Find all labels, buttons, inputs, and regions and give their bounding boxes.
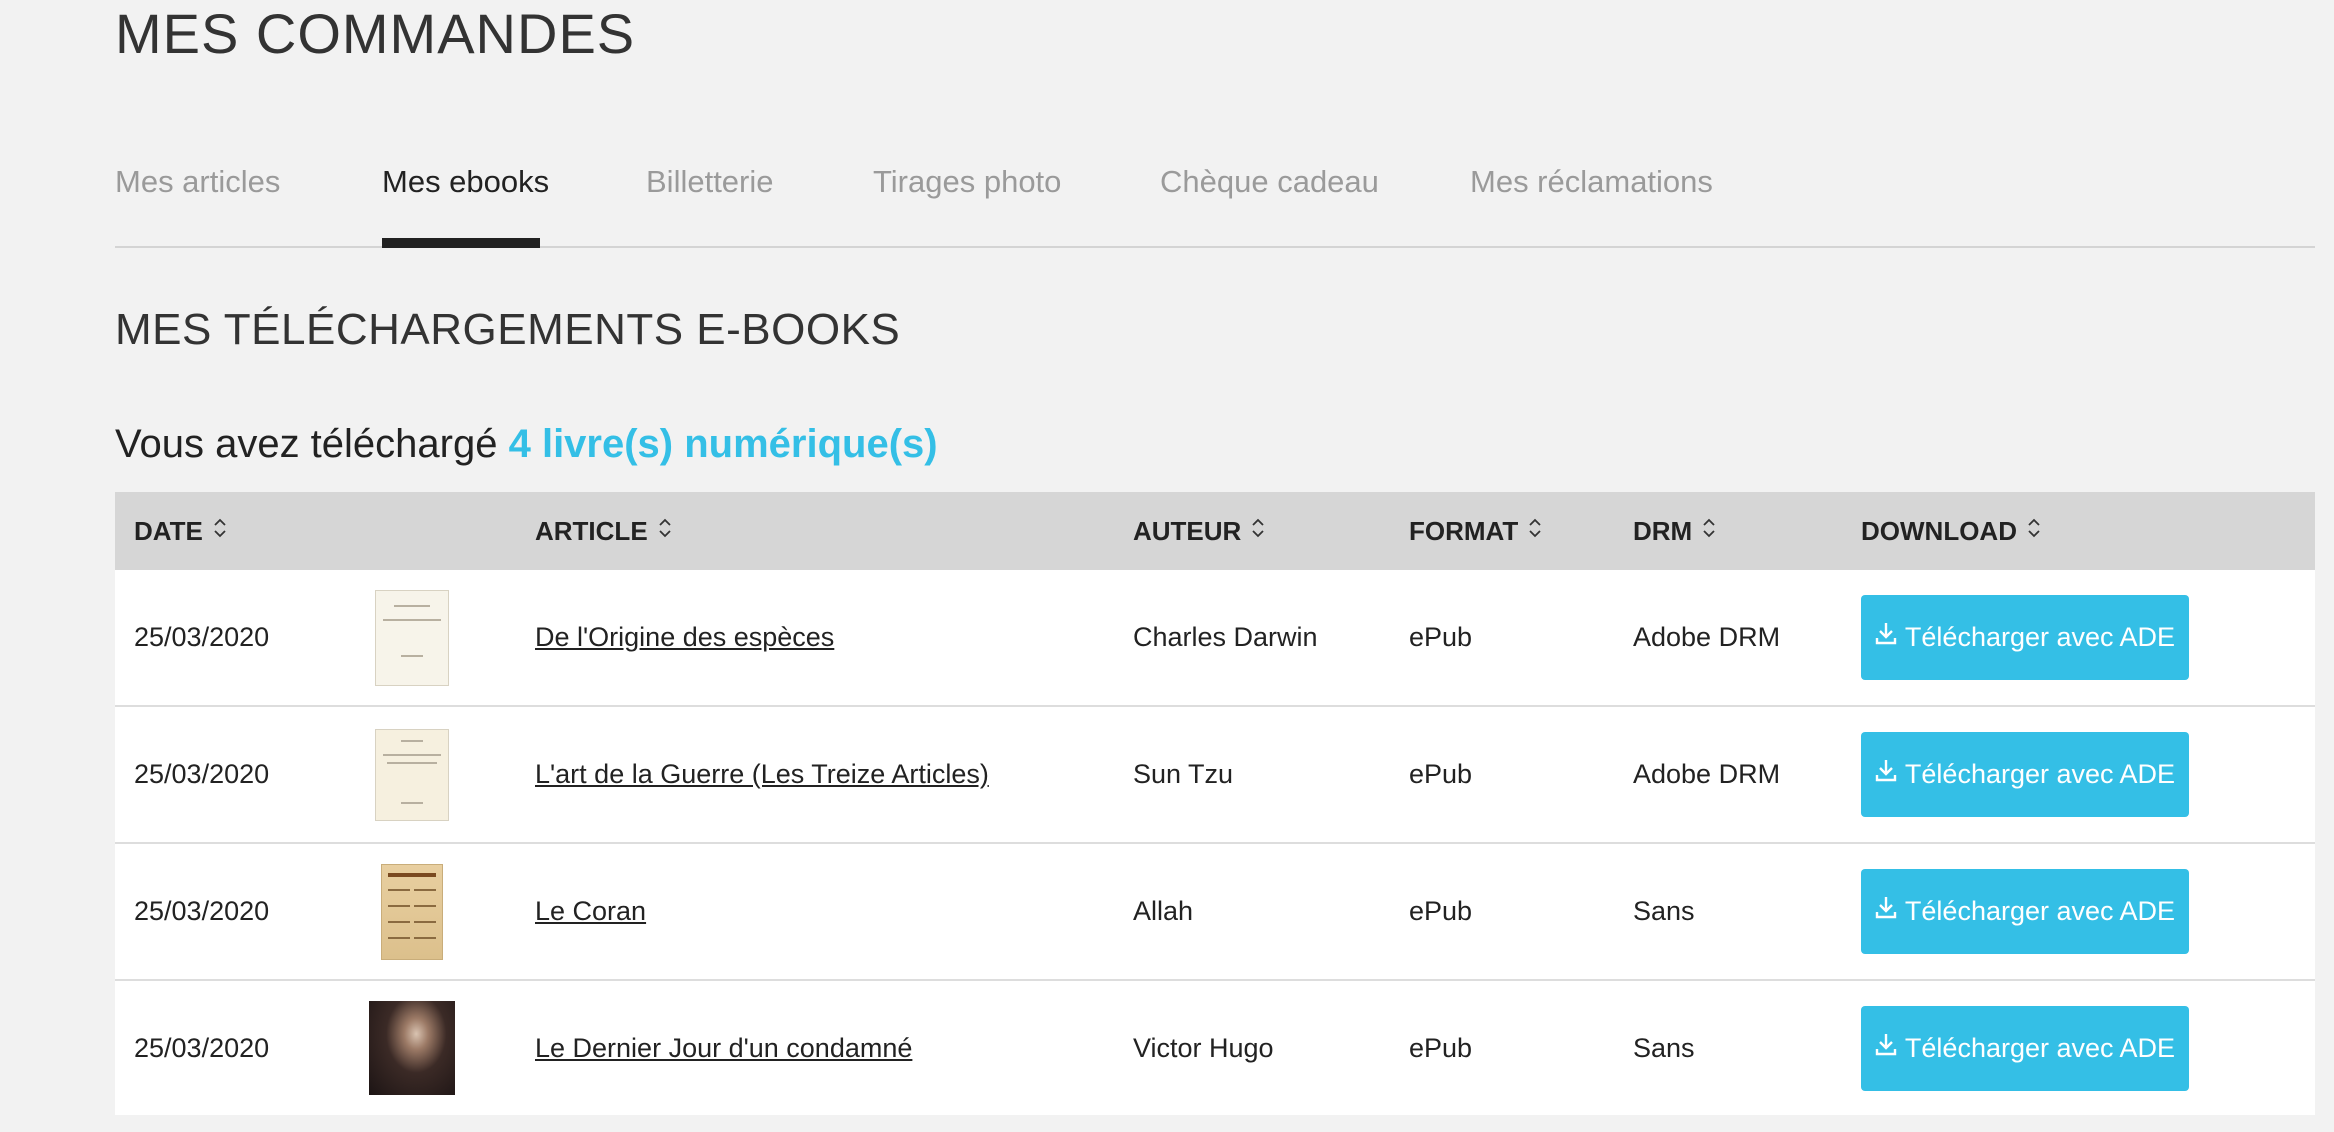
column-header-format[interactable]: FORMAT	[1409, 492, 1542, 570]
section-title: MES TÉLÉCHARGEMENTS E-BOOKS	[115, 305, 901, 354]
column-label: AUTEUR	[1133, 516, 1242, 546]
article-link[interactable]: Le Coran	[535, 844, 646, 979]
ebook-count: 4 livre(s) numérique(s)	[508, 422, 938, 466]
table-row: 25/03/2020 De l'Origine des espèces Char…	[115, 570, 2315, 707]
download-summary: Vous avez téléchargé 4 livre(s) numériqu…	[115, 418, 938, 470]
tab-tirages-photo[interactable]: Tirages photo	[873, 162, 1061, 202]
article-title[interactable]: Le Coran	[535, 896, 646, 926]
download-label: Télécharger avec ADE	[1904, 896, 2176, 926]
tab-cheque-cadeau[interactable]: Chèque cadeau	[1160, 162, 1379, 202]
column-header-drm[interactable]: DRM	[1633, 492, 1716, 570]
sort-arrows-icon	[1251, 492, 1265, 570]
book-cover-coran-icon[interactable]	[381, 864, 443, 960]
column-header-auteur[interactable]: AUTEUR	[1133, 492, 1265, 570]
sort-arrows-icon	[1702, 492, 1716, 570]
tab-mes-articles[interactable]: Mes articles	[115, 162, 280, 202]
book-cover-art-de-la-guerre-icon[interactable]	[375, 729, 449, 821]
table-row: 25/03/2020 Le Coran Allah ePub Sans Télé…	[115, 844, 2315, 981]
article-title[interactable]: Le Dernier Jour d'un condamné	[535, 1033, 912, 1063]
table-header: DATE ARTICLE AUTEUR FORMAT DRM DOWNLOAD	[115, 492, 2315, 570]
column-label: DOWNLOAD	[1861, 516, 2017, 546]
orders-tabs: Mes articles Mes ebooks Billetterie Tira…	[115, 150, 2315, 248]
page-title: MES COMMANDES	[115, 2, 636, 65]
article-drm: Adobe DRM	[1633, 622, 1781, 652]
download-icon	[1875, 594, 1897, 679]
download-ade-button[interactable]: Télécharger avec ADE	[1861, 595, 2189, 680]
sort-arrows-icon	[213, 492, 227, 570]
column-label: DATE	[134, 516, 203, 546]
article-format: ePub	[1409, 896, 1473, 926]
column-label: FORMAT	[1409, 516, 1519, 546]
download-label: Télécharger avec ADE	[1904, 1033, 2176, 1063]
tab-mes-reclamations[interactable]: Mes réclamations	[1470, 162, 1713, 202]
tab-label: Mes ebooks	[382, 164, 550, 199]
article-format: ePub	[1409, 759, 1473, 789]
article-author: Victor Hugo	[1133, 1033, 1274, 1063]
table-row: 25/03/2020 Le Dernier Jour d'un condamné…	[115, 981, 2315, 1115]
article-link[interactable]: L'art de la Guerre (Les Treize Articles)	[535, 707, 989, 842]
sort-arrows-icon	[658, 492, 672, 570]
order-date: 25/03/2020	[134, 622, 270, 652]
article-title[interactable]: De l'Origine des espèces	[535, 622, 834, 652]
order-date: 25/03/2020	[134, 759, 270, 789]
download-icon	[1875, 731, 1897, 816]
tab-mes-ebooks[interactable]: Mes ebooks	[382, 162, 549, 202]
article-drm: Sans	[1633, 1033, 1695, 1063]
active-tab-indicator	[382, 238, 540, 248]
column-header-download[interactable]: DOWNLOAD	[1861, 492, 2041, 570]
table-row: 25/03/2020 L'art de la Guerre (Les Treiz…	[115, 707, 2315, 844]
article-format: ePub	[1409, 622, 1473, 652]
summary-prefix: Vous avez téléchargé	[115, 422, 509, 466]
sort-arrows-icon	[1528, 492, 1542, 570]
column-label: ARTICLE	[535, 516, 648, 546]
download-icon	[1875, 868, 1897, 953]
download-ade-button[interactable]: Télécharger avec ADE	[1861, 869, 2189, 954]
column-header-article[interactable]: ARTICLE	[535, 492, 672, 570]
order-date: 25/03/2020	[134, 1033, 270, 1063]
article-link[interactable]: Le Dernier Jour d'un condamné	[535, 981, 912, 1116]
column-label: DRM	[1633, 516, 1693, 546]
column-header-date[interactable]: DATE	[134, 492, 227, 570]
book-cover-origine-especes-icon[interactable]	[375, 590, 449, 686]
article-drm: Sans	[1633, 896, 1695, 926]
download-ade-button[interactable]: Télécharger avec ADE	[1861, 732, 2189, 817]
book-cover-dernier-jour-icon[interactable]	[369, 1001, 455, 1095]
order-date: 25/03/2020	[134, 896, 270, 926]
download-icon	[1875, 1005, 1897, 1090]
download-ade-button[interactable]: Télécharger avec ADE	[1861, 1006, 2189, 1091]
download-label: Télécharger avec ADE	[1904, 759, 2176, 789]
article-author: Sun Tzu	[1133, 759, 1234, 789]
article-link[interactable]: De l'Origine des espèces	[535, 570, 834, 705]
article-drm: Adobe DRM	[1633, 759, 1781, 789]
download-label: Télécharger avec ADE	[1904, 622, 2176, 652]
ebooks-table: DATE ARTICLE AUTEUR FORMAT DRM DOWNLOAD …	[115, 492, 2315, 1115]
article-format: ePub	[1409, 1033, 1473, 1063]
article-author: Allah	[1133, 896, 1194, 926]
article-author: Charles Darwin	[1133, 622, 1318, 652]
article-title[interactable]: L'art de la Guerre (Les Treize Articles)	[535, 759, 989, 789]
tab-billetterie[interactable]: Billetterie	[646, 162, 774, 202]
sort-arrows-icon	[2027, 492, 2041, 570]
